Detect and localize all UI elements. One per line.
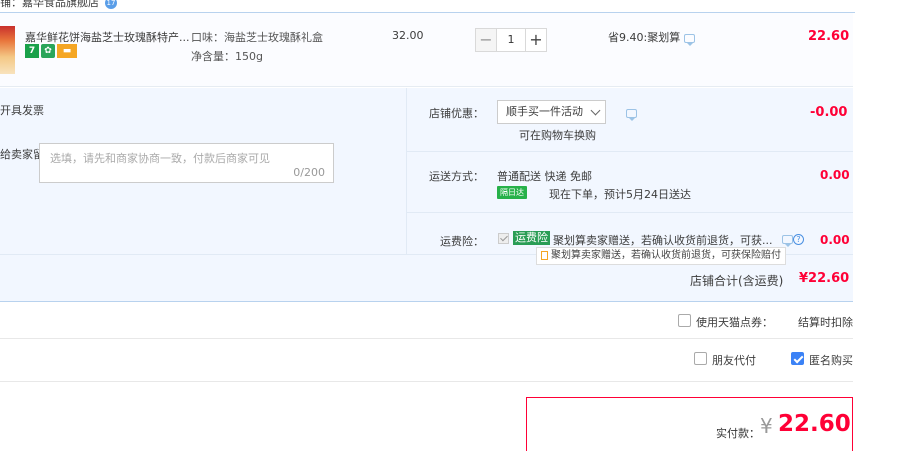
anonymous-label[interactable]: 匿名购买 <box>809 352 853 368</box>
shop-total-value: ¥22.60 <box>799 271 850 286</box>
divider <box>0 381 853 382</box>
quantity-increase-button[interactable]: + <box>525 28 547 52</box>
item-discount: 省9.40:聚划算 <box>608 29 696 46</box>
shop-discount-note: 可在购物车换购 <box>519 129 596 142</box>
product-attr-flavor: 口味：海盐芝士玫瑰酥礼盒 <box>191 31 323 44</box>
message-placeholder: 选填，请先和商家协商一致，付款后商家可见 <box>50 152 270 165</box>
divider <box>0 338 853 339</box>
shop-discount-label: 店铺优惠： <box>429 107 484 120</box>
order-options-panel <box>0 88 853 302</box>
document-icon <box>541 250 548 260</box>
guarantee-shield-icon: ✿ <box>41 44 55 58</box>
divider <box>407 212 853 213</box>
shipping-eta: 现在下单，预计5月24日送达 <box>549 188 691 201</box>
insurance-badge: 运费险 <box>513 231 550 245</box>
shipping-method: 普通配送 快递 免邮 <box>497 170 592 183</box>
invoice-option[interactable]: 开具发票 <box>0 102 44 118</box>
insurance-fee: 0.00 <box>820 233 850 247</box>
product-attr-weight: 净含量：150g <box>191 50 263 63</box>
insurance-checkbox[interactable] <box>498 233 509 244</box>
shop-total-label: 店铺合计(含运费) <box>690 274 784 288</box>
shop-name-text[interactable]: 铺：嘉华食品旗舰店 <box>0 0 99 9</box>
product-thumbnail[interactable] <box>0 26 15 74</box>
shop-badge: 17 <box>105 0 117 9</box>
tmall-points-checkbox[interactable] <box>678 314 691 327</box>
item-discount-text: 省9.40:聚划算 <box>608 31 681 44</box>
order-item-row <box>0 13 853 87</box>
insurance-label: 运费险： <box>440 235 484 248</box>
shipping-label: 运送方式： <box>429 170 484 183</box>
divider <box>406 88 407 254</box>
tmall-points-label[interactable]: 使用天猫点券： <box>696 314 773 330</box>
chat-icon[interactable] <box>782 234 793 247</box>
anonymous-checkbox[interactable] <box>791 352 804 365</box>
shop-discount-value: -0.00 <box>810 105 848 120</box>
pay-label: 实付款： <box>716 427 760 440</box>
insurance-description: 聚划算卖家赠送，若确认收货前退货，可获... <box>553 234 773 247</box>
friend-pay-checkbox[interactable] <box>694 352 707 365</box>
next-day-badge: 隔日达 <box>497 186 527 199</box>
insurance-tooltip-text: 聚划算卖家赠送，若确认收货前退货，可获保险赔付 <box>551 250 781 261</box>
shipping-fee: 0.00 <box>820 168 850 182</box>
insurance-icons: ? <box>782 232 804 247</box>
shop-name[interactable]: 铺：嘉华食品旗舰店 17 <box>0 0 117 9</box>
friend-pay-label[interactable]: 朋友代付 <box>712 352 756 368</box>
chat-icon[interactable] <box>684 33 696 46</box>
seven-day-return-icon: 7 <box>25 44 39 58</box>
divider <box>407 151 853 152</box>
seller-message-input[interactable]: 选填，请先和商家协商一致，付款后商家可见 0/200 <box>39 143 334 183</box>
product-title[interactable]: 嘉华鲜花饼海盐芝士玫瑰酥特产... <box>25 29 190 45</box>
pay-amount: 22.60 <box>778 411 851 437</box>
insurance-tooltip: 聚划算卖家赠送，若确认收货前退货，可获保险赔付 <box>536 247 786 265</box>
pay-currency: ¥ <box>760 414 773 438</box>
tmall-points-note: 结算时扣除 <box>798 316 853 329</box>
message-char-count: 0/200 <box>293 166 325 179</box>
shop-discount-chat[interactable] <box>622 106 637 121</box>
product-service-icons: 7 ✿ ▬ <box>25 44 79 58</box>
quantity-input[interactable]: 1 <box>497 28 525 52</box>
unit-price: 32.00 <box>392 29 424 42</box>
credit-card-icon: ▬ <box>57 44 77 58</box>
quantity-decrease-button[interactable]: − <box>475 28 497 52</box>
item-subtotal: 22.60 <box>808 29 850 44</box>
help-icon[interactable]: ? <box>793 233 804 245</box>
quantity-stepper: − 1 + <box>475 28 547 52</box>
chevron-down-icon <box>590 105 601 116</box>
shop-discount-select-value: 顺手买一件活动 <box>506 105 583 118</box>
chat-icon[interactable] <box>626 108 637 121</box>
shop-discount-select[interactable]: 顺手买一件活动 <box>497 100 606 124</box>
